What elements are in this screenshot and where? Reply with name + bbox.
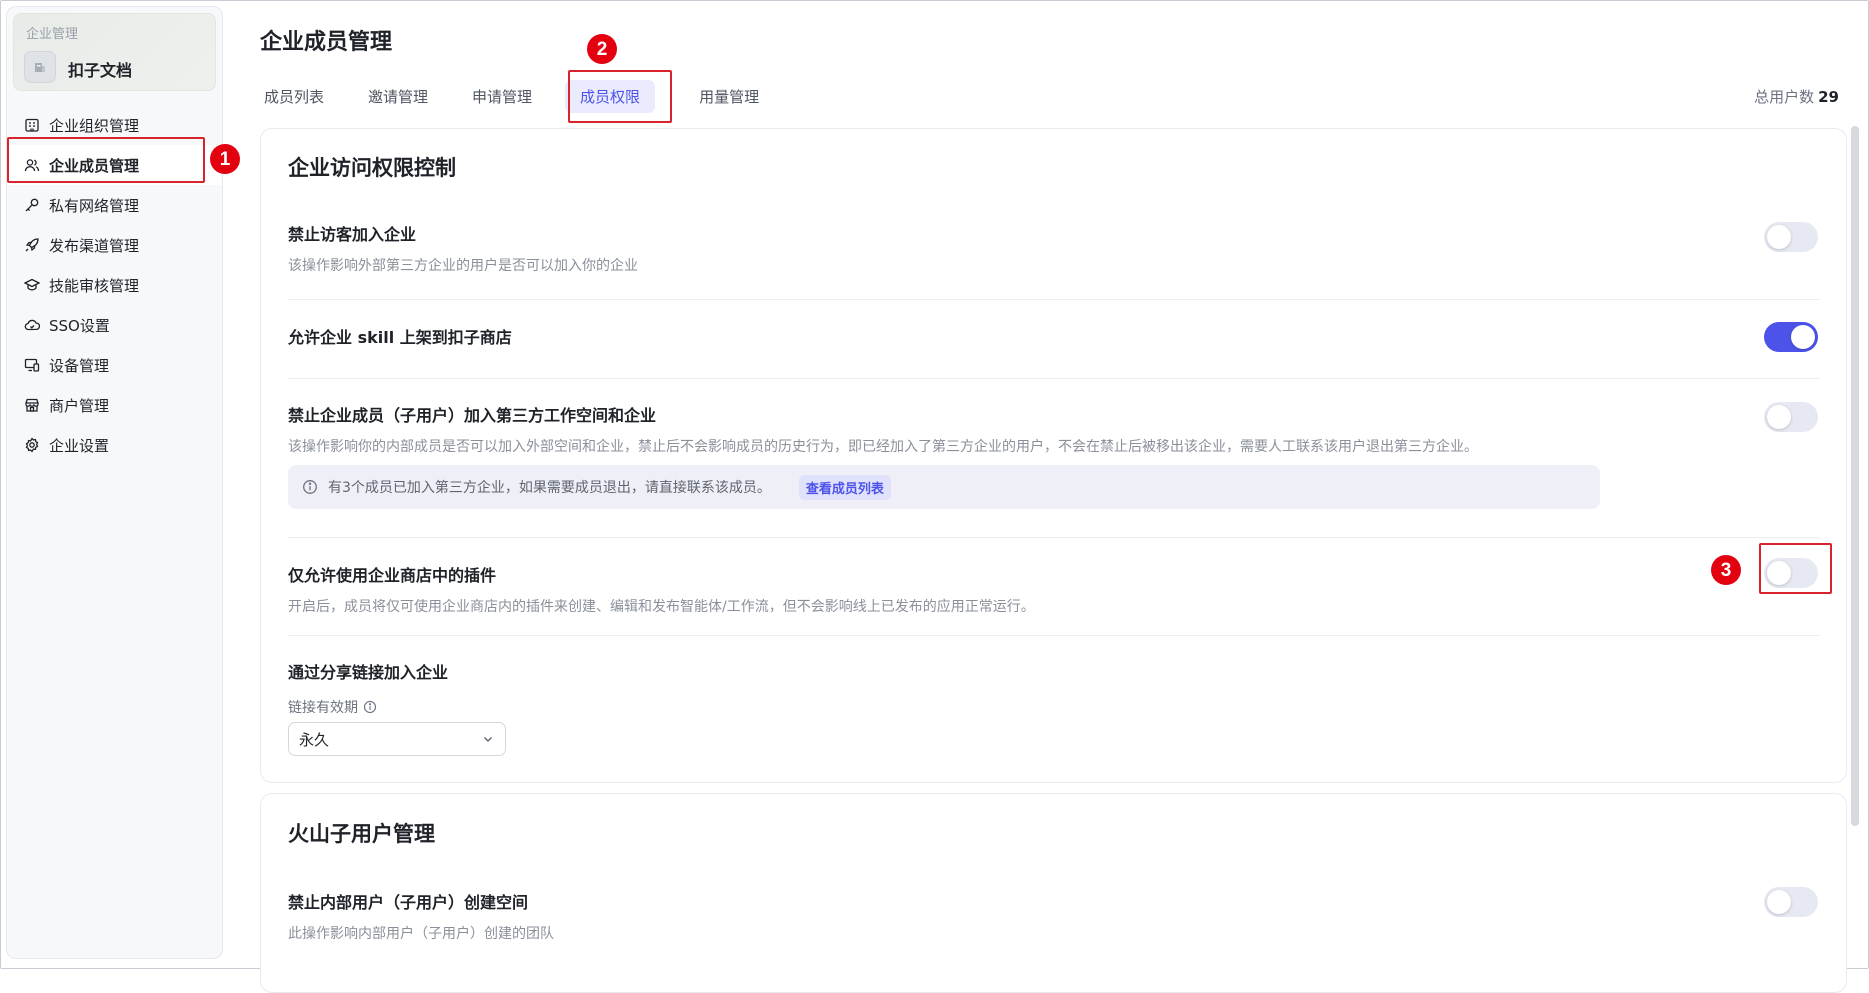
setting-description: 此操作影响内部用户（子用户）创建的团队: [288, 926, 554, 942]
setting-row-share-link: 通过分享链接加入企业 链接有效期: [288, 659, 1820, 717]
link-validity-select[interactable]: 永久: [288, 722, 506, 756]
sidebar-item-label: 技能审核管理: [49, 276, 140, 295]
tab-usage[interactable]: 用量管理: [699, 80, 759, 113]
sidebar: 企业管理 扣子文档 企业组织管理 企业成员管理 私有网络管理 发布渠道管理 技能…: [6, 6, 223, 959]
toggle-knob: [1767, 405, 1791, 429]
setting-description: 该操作影响外部第三方企业的用户是否可以加入你的企业: [288, 258, 638, 274]
sidebar-item-devices[interactable]: 设备管理: [7, 345, 222, 385]
scrollbar[interactable]: [1851, 126, 1859, 826]
setting-row-block-space-creation: 禁止内部用户（子用户）创建空间 此操作影响内部用户（子用户）创建的团队: [288, 889, 1820, 943]
rocket-icon: [23, 236, 41, 254]
total-users-value: 29: [1818, 88, 1839, 106]
sidebar-item-skill-review[interactable]: 技能审核管理: [7, 265, 222, 305]
annotation-badge-3: 3: [1711, 555, 1741, 585]
graduation-cap-icon: [23, 276, 41, 294]
divider: [288, 378, 1820, 379]
page-title: 企业成员管理: [260, 30, 393, 55]
setting-row-block-third-party: 禁止企业成员（子用户）加入第三方工作空间和企业 该操作影响你的内部成员是否可以加…: [288, 402, 1820, 456]
users-icon: [23, 156, 41, 174]
sidebar-item-label: 私有网络管理: [49, 196, 140, 215]
toggle-block-guests[interactable]: [1764, 222, 1818, 252]
sidebar-item-private-network[interactable]: 私有网络管理: [7, 185, 222, 225]
tab-member-list[interactable]: 成员列表: [264, 80, 324, 113]
setting-title: 通过分享链接加入企业: [288, 663, 449, 682]
sidebar-item-publish-channels[interactable]: 发布渠道管理: [7, 225, 222, 265]
total-users-label: 总用户数: [1754, 88, 1815, 106]
sidebar-item-members[interactable]: 企业成员管理: [7, 145, 222, 185]
sidebar-item-sso[interactable]: SSO设置: [7, 305, 222, 345]
key-icon: [23, 196, 41, 214]
volcano-subuser-card: 火山子用户管理 禁止内部用户（子用户）创建空间 此操作影响内部用户（子用户）创建…: [260, 793, 1847, 993]
setting-description: 该操作影响你的内部成员是否可以加入外部空间和企业，禁止后不会影响成员的历史行为，…: [288, 439, 1478, 455]
link-validity-value: 永久: [299, 730, 330, 749]
info-icon: [363, 700, 377, 714]
setting-row-allow-skill-listing: 允许企业 skill 上架到扣子商店: [288, 324, 1820, 348]
validity-label: 链接有效期: [288, 700, 358, 716]
sidebar-item-label: 企业设置: [49, 436, 110, 455]
setting-title: 允许企业 skill 上架到扣子商店: [288, 328, 512, 347]
sidebar-item-label: 设备管理: [49, 356, 110, 375]
setting-row-enterprise-plugins-only: 仅允许使用企业商店中的插件 开启后，成员将仅可使用企业商店内的插件来创建、编辑和…: [288, 562, 1820, 616]
sidebar-item-settings[interactable]: 企业设置: [7, 425, 222, 465]
setting-title: 禁止企业成员（子用户）加入第三方工作空间和企业: [288, 406, 657, 425]
third-party-notice: 有3个成员已加入第三方企业，如果需要成员退出，请直接联系该成员。 查看成员列表: [288, 465, 1600, 509]
validity-label-row: 链接有效期: [288, 697, 1820, 717]
sidebar-item-org-structure[interactable]: 企业组织管理: [7, 105, 222, 145]
access-control-card: 企业访问权限控制 禁止访客加入企业 该操作影响外部第三方企业的用户是否可以加入你…: [260, 128, 1847, 783]
org-name: 扣子文档: [68, 61, 133, 80]
tab-invitations[interactable]: 邀请管理: [368, 80, 428, 113]
info-icon: [302, 479, 318, 495]
toggle-enterprise-plugins-only[interactable]: [1764, 558, 1818, 588]
building-icon: [23, 116, 41, 134]
setting-title: 仅允许使用企业商店中的插件: [288, 566, 497, 585]
toggle-knob: [1767, 225, 1791, 249]
gear-icon: [23, 436, 41, 454]
sidebar-item-label: 发布渠道管理: [49, 236, 140, 255]
setting-row-block-guests: 禁止访客加入企业 该操作影响外部第三方企业的用户是否可以加入你的企业: [288, 221, 1820, 275]
notice-text: 有3个成员已加入第三方企业，如果需要成员退出，请直接联系该成员。: [328, 480, 771, 496]
sidebar-nav: 企业组织管理 企业成员管理 私有网络管理 发布渠道管理 技能审核管理 SSO设置…: [7, 105, 222, 465]
divider: [288, 635, 1820, 636]
annotation-badge-1: 1: [210, 144, 240, 174]
store-icon: [23, 396, 41, 414]
devices-icon: [23, 356, 41, 374]
setting-title: 禁止内部用户（子用户）创建空间: [288, 893, 529, 912]
annotation-badge-2: 2: [587, 34, 617, 64]
tab-applications[interactable]: 申请管理: [472, 80, 532, 113]
toggle-knob: [1791, 325, 1815, 349]
tab-bar: 成员列表 邀请管理 申请管理 成员权限 用量管理: [264, 80, 803, 113]
org-caption: 企业管理: [26, 27, 79, 42]
access-control-title: 企业访问权限控制: [288, 156, 456, 180]
volcano-title: 火山子用户管理: [288, 822, 435, 846]
cloud-icon: [23, 316, 41, 334]
total-users: 总用户数 29: [1754, 86, 1839, 107]
sidebar-item-label: SSO设置: [49, 316, 110, 335]
divider: [288, 537, 1820, 538]
sidebar-item-label: 商户管理: [49, 396, 110, 415]
toggle-block-third-party[interactable]: [1764, 402, 1818, 432]
sidebar-item-merchants[interactable]: 商户管理: [7, 385, 222, 425]
sidebar-item-label: 企业组织管理: [49, 116, 140, 135]
toggle-knob: [1767, 890, 1791, 914]
toggle-knob: [1767, 561, 1791, 585]
toggle-allow-skill-listing[interactable]: [1764, 322, 1818, 352]
divider: [288, 299, 1820, 300]
setting-description: 开启后，成员将仅可使用企业商店内的插件来创建、编辑和发布智能体/工作流，但不会影…: [288, 599, 1035, 615]
setting-title: 禁止访客加入企业: [288, 225, 417, 244]
tab-member-permissions[interactable]: 成员权限: [565, 80, 656, 113]
org-switcher[interactable]: 企业管理 扣子文档: [13, 13, 216, 91]
toggle-block-space-creation[interactable]: [1764, 887, 1818, 917]
org-logo-icon: [24, 51, 56, 83]
chevron-down-icon: [482, 733, 494, 745]
sidebar-item-label: 企业成员管理: [49, 156, 140, 175]
view-member-list-link[interactable]: 查看成员列表: [798, 474, 891, 500]
